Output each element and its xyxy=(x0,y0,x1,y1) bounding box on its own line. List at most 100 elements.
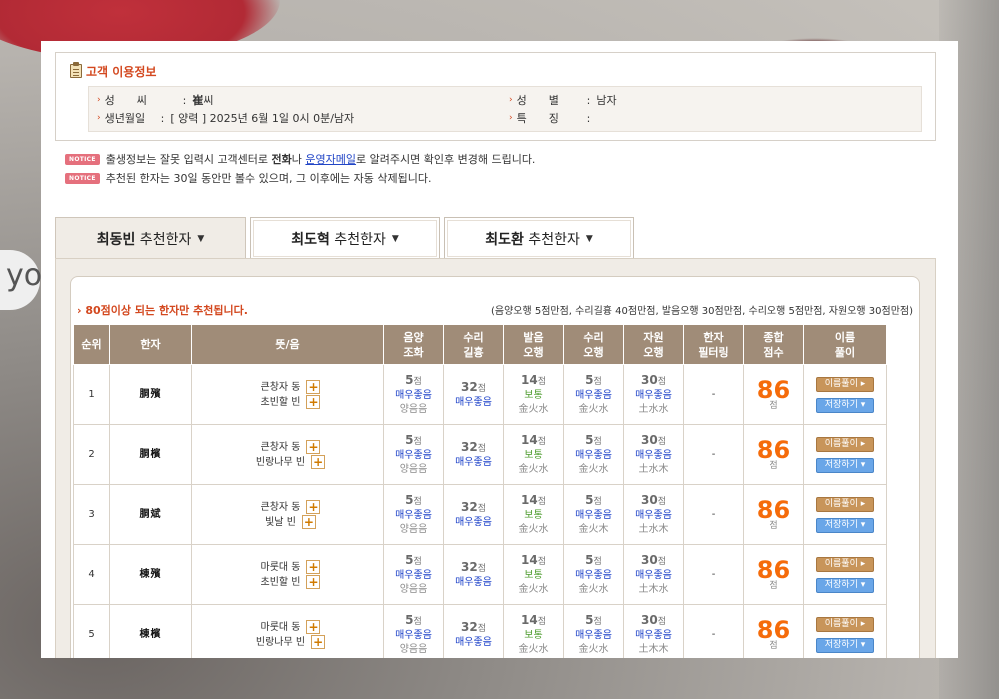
plus-icon[interactable]: + xyxy=(311,634,326,649)
score-cell-sr: 32점 매우좋음 xyxy=(443,604,504,658)
table-header-row: 순위 한자 뜻/음 음양 조화 수리 길흉 발음 오행 수리 오행 자원 오행 … xyxy=(73,324,887,365)
info-row-surname: › 성 씨 : 崔씨 xyxy=(97,93,214,108)
score-cell-yy: 5점 매우좋음 양음음 xyxy=(383,484,444,545)
plus-icon[interactable]: + xyxy=(306,379,321,394)
table-row: 3 胴斌 큰창자 동 + 빛날 빈 + 5점 매우좋음 양음음 32점 매우좋음 1… xyxy=(73,484,887,545)
table-row: 1 胴殯 큰창자 동 + 초빈할 빈 + 5점 매우좋음 양음음 32점 매우좋음 … xyxy=(73,364,887,425)
arrow-icon: › xyxy=(509,113,513,123)
rank-cell: 1 xyxy=(73,364,110,425)
score-cell-jo: 30점 매우좋음 土木水 xyxy=(623,544,684,605)
score-cell-bo: 14점 보통 金火水 xyxy=(503,604,564,658)
score-cell-yy: 5점 매우좋음 양음음 xyxy=(383,544,444,605)
action-cell: 이름풀이 ▸ 저장하기 ▾ xyxy=(803,484,887,545)
action-cell: 이름풀이 ▸ 저장하기 ▾ xyxy=(803,424,887,485)
panel-notice: › 80점이상 되는 한자만 추천됩니다. xyxy=(77,304,248,317)
rank-cell: 4 xyxy=(73,544,110,605)
info-label: 성 별 xyxy=(516,94,559,107)
save-button[interactable]: 저장하기 ▾ xyxy=(816,517,874,533)
name-explain-button[interactable]: 이름풀이 ▸ xyxy=(816,556,874,572)
meaning-cell: 큰창자 동 + 빈랑나무 빈 + xyxy=(191,424,384,485)
customer-info-details: › 성 씨 : 崔씨 › 생년월일 : [ 양력 ] 2025년 6월 1일 0… xyxy=(88,86,922,132)
score-cell-sr: 32점 매우좋음 xyxy=(443,544,504,605)
hanja-cell: 胴檳 xyxy=(109,424,192,485)
hanja-cell: 胴斌 xyxy=(109,484,192,545)
save-button[interactable]: 저장하기 ▾ xyxy=(816,457,874,473)
plus-icon[interactable]: + xyxy=(311,454,326,469)
info-row-gender: › 성 별 : 남자 xyxy=(509,93,617,108)
meaning-cell: 마룻대 동 + 초빈할 빈 + xyxy=(191,544,384,605)
score-cell-yy: 5점 매우좋음 양음음 xyxy=(383,604,444,658)
score-cell-so: 5점 매우좋음 金火水 xyxy=(563,544,624,605)
save-button[interactable]: 저장하기 ▾ xyxy=(816,637,874,653)
score-legend: (음양오행 5점만점, 수리길흉 40점만점, 발음오행 30점만점, 수리오행… xyxy=(490,306,913,317)
header-jawon: 자원 오행 xyxy=(623,324,684,365)
filter-cell: - xyxy=(683,424,744,485)
action-cell: 이름풀이 ▸ 저장하기 ▾ xyxy=(803,544,887,605)
save-button[interactable]: 저장하기 ▾ xyxy=(816,577,874,593)
tab-choi-dohyeok[interactable]: 최도혁 추천한자 ▼ xyxy=(250,217,440,259)
customer-info-box: 고객 이용정보 › 성 씨 : 崔씨 › 생년월일 : [ 양력 ] 2025년… xyxy=(55,52,936,141)
header-rank: 순위 xyxy=(73,324,110,365)
rank-cell: 5 xyxy=(73,604,110,658)
table-row: 4 棟殯 마룻대 동 + 초빈할 빈 + 5점 매우좋음 양음음 32점 매우좋음 … xyxy=(73,544,887,605)
header-hanja: 한자 xyxy=(109,324,192,365)
score-cell-so: 5점 매우좋음 金火木 xyxy=(563,484,624,545)
info-row-birth: › 생년월일 : [ 양력 ] 2025년 6월 1일 0시 0분/남자 xyxy=(97,111,355,126)
score-cell-so: 5점 매우좋음 金火水 xyxy=(563,604,624,658)
score-cell-jo: 30점 매우좋음 土水木 xyxy=(623,484,684,545)
plus-icon[interactable]: + xyxy=(306,499,321,514)
operator-mail-link[interactable]: 운영자메일 xyxy=(305,153,356,166)
filter-cell: - xyxy=(683,364,744,425)
action-cell: 이름풀이 ▸ 저장하기 ▾ xyxy=(803,364,887,425)
header-balum: 발음 오행 xyxy=(503,324,564,365)
customer-info-title: 고객 이용정보 xyxy=(70,62,156,80)
name-explain-button[interactable]: 이름풀이 ▸ xyxy=(816,376,874,392)
name-explain-button[interactable]: 이름풀이 ▸ xyxy=(816,496,874,512)
table-row: 2 胴檳 큰창자 동 + 빈랑나무 빈 + 5점 매우좋음 양음음 32점 매우좋음… xyxy=(73,424,887,485)
content-frame: 고객 이용정보 › 성 씨 : 崔씨 › 생년월일 : [ 양력 ] 2025년… xyxy=(41,41,958,658)
hanja-cell: 棟檳 xyxy=(109,604,192,658)
plus-icon[interactable]: + xyxy=(306,574,321,589)
notice-line-1: NOTICE 출생정보는 잘못 입력시 고객센터로 전화나 운영자메일로 알려주… xyxy=(65,151,535,167)
name-explain-button[interactable]: 이름풀이 ▸ xyxy=(816,616,874,632)
score-cell-sr: 32점 매우좋음 xyxy=(443,364,504,425)
info-row-feature: › 특 징 : xyxy=(509,111,591,126)
arrow-icon: › xyxy=(97,95,101,105)
meaning-cell: 큰창자 동 + 빛날 빈 + xyxy=(191,484,384,545)
score-cell-sr: 32점 매우좋음 xyxy=(443,484,504,545)
plus-icon[interactable]: + xyxy=(306,394,321,409)
notice-badge: NOTICE xyxy=(65,153,100,165)
plus-icon[interactable]: + xyxy=(306,619,321,634)
tab-choi-dongbin[interactable]: 최동빈 추천한자 ▼ xyxy=(55,217,246,259)
notice-badge: NOTICE xyxy=(65,172,100,184)
score-cell-bo: 14점 보통 金火水 xyxy=(503,544,564,605)
background-text: yo xyxy=(6,258,43,293)
score-cell-jo: 30점 매우좋음 土水水 xyxy=(623,364,684,425)
header-meaning: 뜻/음 xyxy=(191,324,384,365)
arrow-icon: › xyxy=(97,113,101,123)
notice-line-2: NOTICE 추천된 한자는 30일 동안만 볼수 있으며, 그 이후에는 자동… xyxy=(65,170,431,186)
caret-down-icon: ▼ xyxy=(585,233,593,244)
header-filter: 한자 필터링 xyxy=(683,324,744,365)
score-cell-yy: 5점 매우좋음 양음음 xyxy=(383,364,444,425)
plus-icon[interactable]: + xyxy=(301,514,316,529)
info-label: 성 씨 xyxy=(104,94,147,107)
total-cell: 86 점 xyxy=(743,424,804,485)
action-cell: 이름풀이 ▸ 저장하기 ▾ xyxy=(803,604,887,658)
header-explain: 이름 풀이 xyxy=(803,324,887,365)
save-button[interactable]: 저장하기 ▾ xyxy=(816,397,874,413)
total-cell: 86 점 xyxy=(743,364,804,425)
plus-icon[interactable]: + xyxy=(306,559,321,574)
caret-down-icon: ▼ xyxy=(197,233,205,244)
name-explain-button[interactable]: 이름풀이 ▸ xyxy=(816,436,874,452)
header-suri: 수리 길흉 xyxy=(443,324,504,365)
customer-info-title-text: 고객 이용정보 xyxy=(86,64,157,79)
recommendation-inner: › 80점이상 되는 한자만 추천됩니다. (음양오행 5점만점, 수리길흉 4… xyxy=(70,276,920,658)
hanja-cell: 棟殯 xyxy=(109,544,192,605)
score-cell-sr: 32점 매우좋음 xyxy=(443,424,504,485)
tab-choi-dohwan[interactable]: 최도환 추천한자 ▼ xyxy=(444,217,634,259)
plus-icon[interactable]: + xyxy=(306,439,321,454)
filter-cell: - xyxy=(683,544,744,605)
total-cell: 86 점 xyxy=(743,604,804,658)
notice-text: 추천된 한자는 30일 동안만 볼수 있으며, 그 이후에는 자동 삭제됩니다. xyxy=(105,172,432,185)
